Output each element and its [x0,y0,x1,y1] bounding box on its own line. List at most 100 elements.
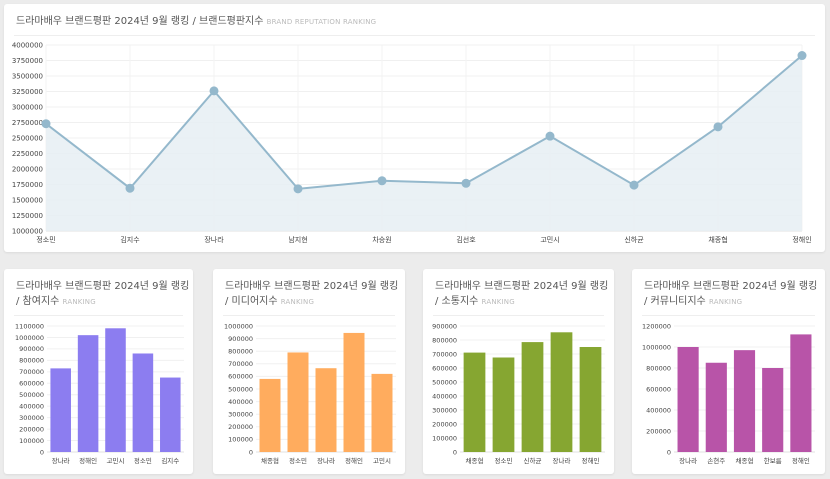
x-tick-label: 고민시 [540,235,559,244]
community-chart-card: 드라마배우 브랜드평판 2024년 9월 랭킹 / 커뮤니티지수 RANKING… [632,269,825,474]
x-tick-label: 정해인 [582,456,600,465]
x-tick-label: 고민시 [373,456,391,465]
y-tick-label: 0 [667,448,671,456]
y-tick-label: 600000 [228,373,253,381]
x-tick-label: 장나라 [52,456,70,465]
x-tick-label: 차승원 [372,235,391,244]
data-point-고민시 [545,131,555,141]
y-tick-label: 4000000 [12,41,43,49]
data-point-김지수 [125,183,135,193]
y-tick-label: 600000 [646,385,671,393]
data-point-장나라 [209,86,219,96]
y-tick-label: 400000 [19,402,44,410]
bar-고민시 [371,373,393,452]
communication-bar-chart: 0 100000 200000 300000 400000 500000 600000 700… [432,322,605,465]
y-tick-label: 100000 [228,436,253,444]
bar-정해인 [579,347,602,452]
y-tick-label: 1000000 [12,227,43,235]
y-tick-label: 100000 [19,437,44,445]
y-tick-label: 700000 [228,360,253,368]
main-chart-card: 드라마배우 브랜드평판 2024년 9월 랭킹 / 브랜드평판지수 BRAND … [4,4,825,252]
x-tick-label: 정해인 [79,456,97,465]
participation-bar-chart: 0 100000 200000 300000 400000 500000 600000 700… [15,322,184,465]
x-tick-label: 신하균 [524,456,542,465]
bar-정해인 [343,332,365,452]
y-tick-label: 1000000 [224,322,253,330]
y-tick-label: 800000 [432,336,457,344]
x-tick-label: 장나라 [317,456,335,465]
y-tick-label: 900000 [228,335,253,343]
y-tick-label: 700000 [432,350,457,358]
y-tick-label: 400000 [228,398,253,406]
data-point-차승원 [377,176,387,186]
x-tick-label: 김지수 [120,235,140,244]
y-tick-label: 2250000 [12,150,43,158]
y-tick-label: 800000 [19,357,44,365]
data-point-정해인 [797,51,807,61]
y-tick-label: 2750000 [12,119,43,127]
bar-채종협 [259,378,281,452]
bar-채종협 [463,352,486,452]
y-tick-label: 200000 [228,423,253,431]
y-tick-label: 300000 [228,411,253,419]
y-tick-label: 400000 [646,406,671,414]
x-tick-label: 고민시 [107,456,125,465]
bar-장나라 [677,347,699,452]
x-tick-label: 장나라 [679,456,697,465]
y-tick-label: 1000000 [642,343,671,351]
x-tick-label: 김선호 [456,235,476,244]
y-tick-label: 3250000 [12,88,43,96]
bar-채종협 [733,350,756,452]
bar-장나라 [50,368,71,452]
x-tick-label: 정소민 [289,456,307,465]
bar-손현주 [705,362,727,452]
y-tick-label: 1250000 [12,212,43,220]
x-tick-label: 정해인 [345,456,363,465]
data-point-김선호 [461,178,471,188]
x-tick-label: 장나라 [204,235,224,244]
series-area [46,55,802,231]
y-tick-label: 600000 [432,364,457,372]
y-tick-label: 800000 [646,364,671,372]
x-tick-label: 채종협 [708,235,727,244]
y-tick-label: 3750000 [12,57,43,65]
y-tick-label: 900000 [19,345,44,353]
bar-정소민 [492,357,515,452]
x-tick-label: 남지현 [288,235,307,244]
y-tick-label: 200000 [646,427,671,435]
y-tick-label: 3000000 [12,103,43,111]
bar-김지수 [160,377,181,452]
bar-장나라 [550,332,573,452]
data-point-남지현 [293,184,303,194]
y-tick-label: 500000 [432,378,457,386]
x-tick-label: 채종협 [466,456,484,465]
bar-한보름 [762,368,784,452]
main-line-chart: 1000000 1250000 1500000 1750000 2000000 22500… [12,41,812,244]
y-tick-label: 400000 [432,392,457,400]
data-point-채종협 [713,122,723,132]
y-tick-label: 500000 [228,385,253,393]
y-tick-label: 1000000 [15,334,44,342]
data-point-정소민 [41,119,51,129]
y-tick-label: 0 [249,448,253,456]
community-bar-chart: 0 200000 400000 600000 800000 1000000 1200000 장… [642,322,815,465]
x-tick-label: 정소민 [134,456,152,465]
x-tick-label: 장나라 [553,456,571,465]
y-tick-label: 300000 [432,406,457,414]
x-tick-label: 신하균 [624,235,644,244]
bar-정해인 [790,334,812,452]
x-tick-label: 정해인 [792,456,810,465]
x-tick-label: 한보름 [764,457,782,465]
x-tick-label: 정해인 [792,235,811,244]
bar-고민시 [105,328,126,452]
y-tick-label: 300000 [19,414,44,422]
y-tick-label: 1200000 [642,322,671,330]
y-tick-label: 800000 [228,348,253,356]
y-tick-label: 600000 [19,380,44,388]
bar-장나라 [315,368,337,452]
y-tick-label: 100000 [432,434,457,442]
y-tick-label: 200000 [19,425,44,433]
y-tick-label: 500000 [19,391,44,399]
y-tick-label: 0 [40,448,44,456]
y-tick-label: 1750000 [12,181,43,189]
